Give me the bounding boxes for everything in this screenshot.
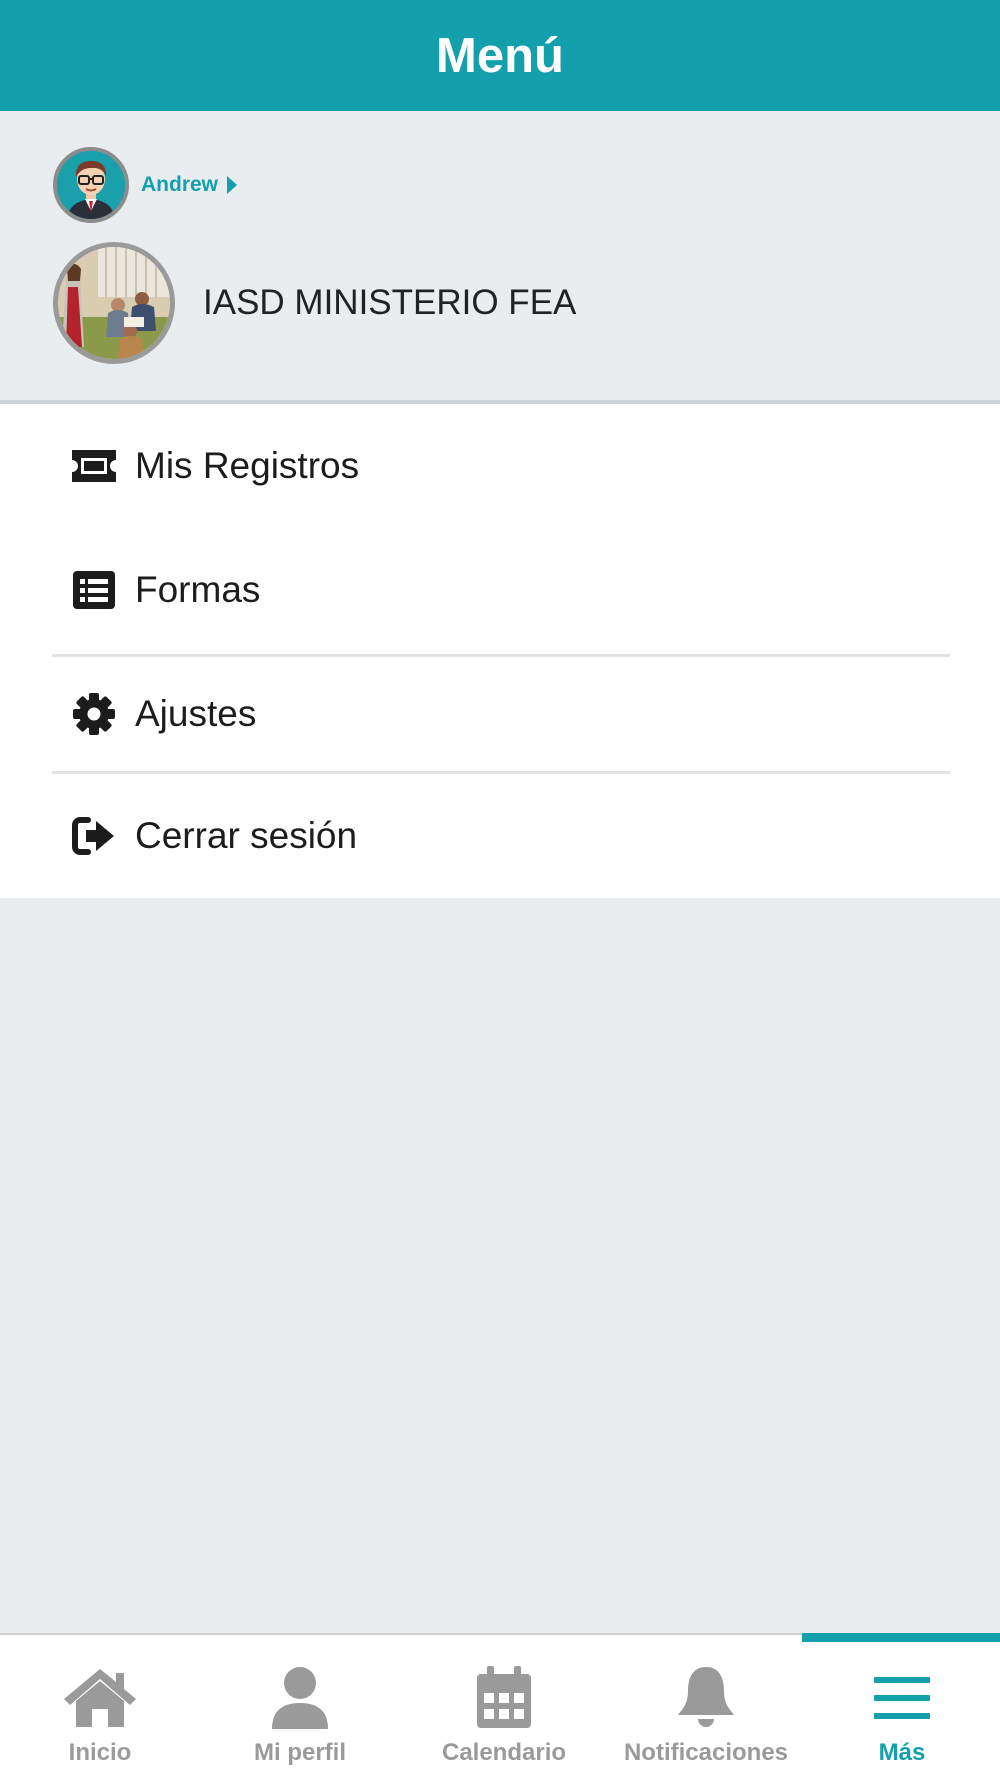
tab-label: Más <box>878 1739 926 1766</box>
menu-item-label: Formas <box>135 569 261 610</box>
page-title: Menú <box>436 28 564 83</box>
gear-icon <box>70 690 118 738</box>
tab-label: Mi perfil <box>253 1739 346 1766</box>
menu-item-label: Cerrar sesión <box>135 815 358 856</box>
profile-section: Andrew IASD MINISTERIO FEA <box>0 111 1000 404</box>
organization-image-icon <box>58 247 170 359</box>
app-header: Menú <box>0 0 1000 111</box>
user-profile-link[interactable]: Andrew <box>53 147 238 223</box>
bell-icon <box>666 1663 746 1733</box>
menu-list: Mis Registros Formas Ajustes Cerrar sesi… <box>0 404 1000 898</box>
home-icon <box>60 1663 140 1733</box>
menu-item-formas[interactable]: Formas <box>0 528 1000 652</box>
ticket-icon <box>70 442 118 490</box>
tab-inicio[interactable]: Inicio <box>0 1635 200 1778</box>
menu-item-cerrar-sesion[interactable]: Cerrar sesión <box>0 774 1000 898</box>
menu-item-label: Ajustes <box>135 693 257 734</box>
avatar <box>53 147 129 223</box>
menu-item-label: Mis Registros <box>135 445 360 486</box>
tab-notificaciones[interactable]: Notificaciones <box>606 1635 806 1778</box>
list-icon <box>70 566 118 614</box>
tab-mi-perfil[interactable]: Mi perfil <box>200 1635 400 1778</box>
bottom-tab-bar: Inicio Mi perfil Calendario Notificacion… <box>0 1633 1000 1778</box>
menu-bars-icon <box>862 1663 942 1733</box>
organization-name: IASD MINISTERIO FEA <box>203 283 577 322</box>
sign-out-icon <box>70 812 118 860</box>
calendar-icon <box>464 1663 544 1733</box>
caret-right-icon <box>227 176 238 194</box>
tab-label: Calendario <box>441 1739 567 1766</box>
tab-mas[interactable]: Más <box>802 1635 1000 1778</box>
organization-link[interactable]: IASD MINISTERIO FEA <box>53 242 576 364</box>
user-icon <box>260 1663 340 1733</box>
app-screen: Menú Andrew IASD MINISTERIO FEA Mis Regi… <box>0 0 1000 1778</box>
tab-calendario[interactable]: Calendario <box>404 1635 604 1778</box>
tab-label: Inicio <box>68 1739 132 1766</box>
menu-item-ajustes[interactable]: Ajustes <box>0 657 1000 771</box>
tab-label: Notificaciones <box>623 1739 789 1766</box>
user-name: Andrew <box>141 173 219 196</box>
organization-avatar <box>53 242 175 364</box>
menu-item-mis-registros[interactable]: Mis Registros <box>0 404 1000 528</box>
user-avatar-icon <box>57 151 125 219</box>
